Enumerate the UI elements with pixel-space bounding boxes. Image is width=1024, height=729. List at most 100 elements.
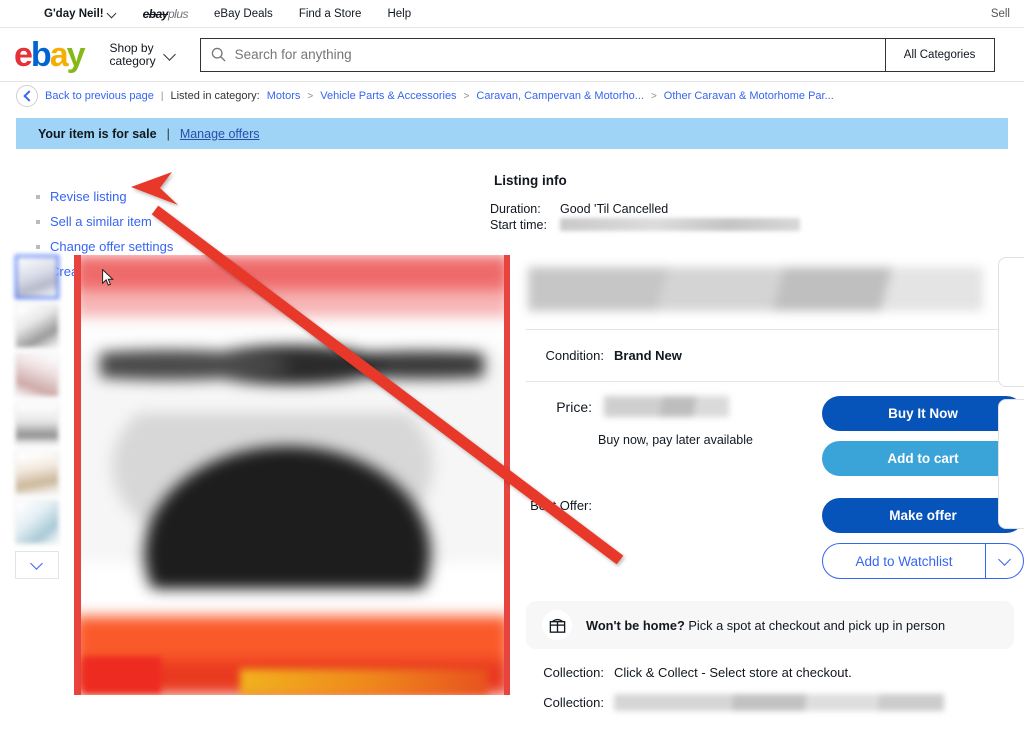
banner-pipe: | [166,126,170,141]
gallery-thumbnail[interactable] [14,402,59,446]
make-offer-button[interactable]: Make offer [822,498,1024,533]
ebay-plus-link[interactable]: ebayplus [142,6,189,21]
sell-similar-item-link[interactable]: Sell a similar item [50,214,152,229]
table-row: Collection: [526,694,1024,711]
sell-link[interactable]: Sell [991,8,1010,20]
offer-buttons: Make offer Add to Watchlist [822,498,1024,579]
main-content: Condition: Brand New Price: Buy now, pay… [0,255,1024,725]
chevron-right-icon: > [463,90,470,102]
ebay-plus-suffix: plus [167,6,189,21]
duration-label: Duration: [490,202,541,216]
back-arrow-icon[interactable] [16,85,38,107]
gallery-thumbnail[interactable] [14,255,59,299]
gallery-thumbnail[interactable] [14,451,59,495]
top-utility-links: G'day Neil! ebayplus eBay Deals Find a S… [44,7,411,21]
shop-by-category-button[interactable]: Shop by category [109,40,176,68]
list-item[interactable]: Change offer settings [36,239,480,254]
purchase-buttons: Buy It Now Add to cart [822,396,1024,476]
list-item[interactable]: Sell a similar item [36,214,480,229]
add-to-cart-button[interactable]: Add to cart [822,441,1024,476]
item-title [528,267,983,311]
help-link[interactable]: Help [387,8,411,20]
shop-by-line1: Shop by [109,40,154,55]
redacted-start-time [560,218,800,231]
collection-value: Click & Collect - Select store at checko… [614,665,852,680]
breadcrumb-item-vehicle-parts[interactable]: Vehicle Parts & Accessories [320,90,456,102]
ebay-plus-word: ebay [142,6,169,21]
product-image-yellow-band [239,669,489,695]
pickup-banner-bold: Won't be home? [586,617,685,633]
ebay-logo[interactable]: ebay [14,35,86,74]
account-greeting[interactable]: G'day Neil! [44,8,117,20]
logo-letter-a: a [49,35,69,74]
gallery-next-thumbnails-button[interactable] [14,551,59,579]
chevron-right-icon: > [650,90,657,102]
price-row: Price: [526,396,822,417]
change-offer-settings-link[interactable]: Change offer settings [50,239,173,254]
gallery-thumbnail[interactable] [14,500,59,544]
ebay-deals-link[interactable]: eBay Deals [214,8,273,20]
find-a-store-link[interactable]: Find a Store [299,8,362,20]
gallery-thumbnail[interactable] [14,304,59,348]
buy-now-pay-later-text: Buy now, pay later available [598,433,753,447]
breadcrumb-item-other-caravan[interactable]: Other Caravan & Motorhome Par... [664,90,834,102]
gift-box-icon [542,610,572,640]
price-label: Price: [556,398,592,415]
breadcrumb-item-motors[interactable]: Motors [267,90,301,102]
collection-value-redacted [614,694,944,711]
shop-by-category-label: Shop by category [109,40,156,68]
search-input-wrapper[interactable]: Search for anything [199,37,885,72]
buy-it-now-button[interactable]: Buy It Now [822,396,1024,431]
product-image-right-border [504,255,510,695]
logo-letter-b: b [30,35,52,74]
listing-info-panel: Listing info Duration: Good 'Til Cancell… [480,173,800,255]
top-utility-bar: G'day Neil! ebayplus eBay Deals Find a S… [0,0,1024,28]
add-to-watchlist-button[interactable]: Add to Watchlist [822,543,1024,579]
collection-label: Collection: [543,695,604,710]
breadcrumb: Back to previous page | Listed in catego… [0,82,1024,110]
logo-letter-y: y [66,35,86,74]
back-to-previous-page-link[interactable]: Back to previous page [45,90,154,102]
manage-offers-link[interactable]: Manage offers [180,127,260,141]
gallery-thumbnail[interactable] [14,353,59,397]
right-rail-card[interactable] [998,399,1024,529]
table-row: Collection: Click & Collect - Select sto… [526,665,1024,680]
product-image-red-block [82,657,162,693]
item-detail-panel: Condition: Brand New Price: Buy now, pay… [526,255,1024,725]
search-icon [211,47,226,62]
search-bar: Search for anything All Categories [199,37,995,72]
start-time-label: Start time: [490,218,547,232]
chevron-down-icon[interactable] [985,544,1023,578]
product-image[interactable] [73,255,510,695]
chevron-down-icon [108,9,117,18]
collection-section: Collection: Click & Collect - Select sto… [526,649,1024,711]
duration-value: Good 'Til Cancelled [560,202,669,216]
all-categories-select[interactable]: All Categories [884,37,995,72]
breadcrumb-item-caravan[interactable]: Caravan, Campervan & Motorho... [476,90,644,102]
list-item[interactable]: Revise listing [36,189,480,204]
chevron-right-icon: > [307,90,314,102]
seller-action-list: Revise listing Sell a similar item Chang… [0,189,480,279]
price-info: Price: Buy now, pay later available [526,396,822,476]
best-offer-info: Best Offer: [526,498,822,579]
gallery-thumbnail-strip [12,255,62,725]
listing-duration-row: Duration: Good 'Til Cancelled [490,202,800,216]
right-rail-card[interactable] [998,257,1024,387]
right-rail [998,255,1024,529]
best-offer-section: Best Offer: Make offer Add to Watchlist [526,486,1024,587]
product-image-left-border [73,255,81,695]
listing-start-time-row: Start time: [490,218,800,232]
listing-info-title: Listing info [494,173,567,188]
search-input[interactable]: Search for anything [235,47,352,62]
logo-letter-e: e [14,35,33,74]
listing-status-banner: Your item is for sale | Manage offers [16,118,1008,149]
seller-actions-row: Revise listing Sell a similar item Chang… [0,149,1024,279]
revise-listing-link[interactable]: Revise listing [50,189,127,204]
pickup-banner: Won't be home? Pick a spot at checkout a… [526,601,1014,649]
banner-status-text: Your item is for sale [38,126,157,141]
breadcrumb-pipe: | [160,90,164,102]
chevron-down-icon [164,49,176,61]
greeting-label: G'day Neil! [44,7,104,20]
pickup-banner-rest: Pick a spot at checkout and pick up in p… [684,617,946,633]
condition-label: Condition: [545,348,604,363]
